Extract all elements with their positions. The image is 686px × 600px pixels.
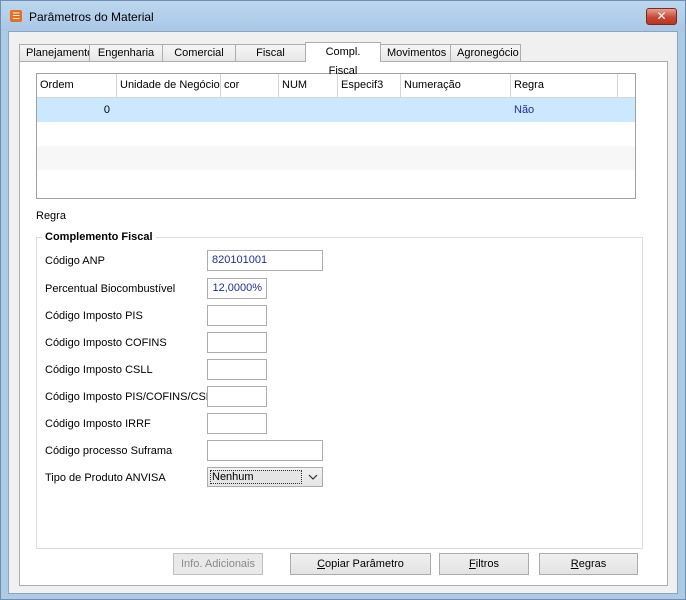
column-header-ordem[interactable]: Ordem — [37, 74, 117, 98]
tab-compl-fiscal[interactable]: Compl. Fiscal — [305, 42, 381, 77]
column-header-regra[interactable]: Regra — [511, 74, 618, 98]
complemento-fiscal-group: Complemento Fiscal Código ANP 820101001 … — [36, 231, 643, 549]
cell-numeracao — [401, 98, 511, 122]
app-icon: ☰ — [10, 10, 22, 22]
cell-especif3 — [338, 98, 401, 122]
dialog-client-area: Planejamento Engenharia Comercial Fiscal… — [8, 31, 678, 594]
compl-fiscal-panel: Ordem Unidade de Negócio cor NUM Especif… — [19, 61, 668, 586]
label-codigo-imposto-irrf: Código Imposto IRRF — [45, 418, 151, 430]
filtros-button[interactable]: Filtros — [439, 553, 529, 575]
codigo-imposto-pis-cofins-csll-input[interactable] — [207, 386, 267, 407]
tab-planejamento[interactable]: Planejamento — [19, 44, 93, 62]
regras-grid[interactable]: Ordem Unidade de Negócio cor NUM Especif… — [36, 73, 636, 199]
label-codigo-imposto-csll: Código Imposto CSLL — [45, 364, 153, 376]
codigo-imposto-cofins-input[interactable] — [207, 332, 267, 353]
table-row[interactable]: 0 Não — [37, 98, 635, 122]
tab-movimentos[interactable]: Movimentos — [380, 44, 451, 62]
tab-strip: Planejamento Engenharia Comercial Fiscal… — [19, 42, 521, 77]
title-bar[interactable]: ☰ Parâmetros do Material ✕ — [1, 1, 685, 31]
regra-label: Regra — [36, 210, 66, 222]
tab-fiscal[interactable]: Fiscal — [235, 44, 306, 62]
label-codigo-imposto-cofins: Código Imposto COFINS — [45, 337, 167, 349]
tab-engenharia[interactable]: Engenharia — [89, 44, 163, 62]
parametros-material-window: ☰ Parâmetros do Material ✕ Planejamento … — [0, 0, 686, 600]
column-header-unidade-negocio[interactable]: Unidade de Negócio — [117, 74, 221, 98]
cell-unidade-negocio — [117, 98, 221, 122]
tab-comercial[interactable]: Comercial — [162, 44, 236, 62]
group-title: Complemento Fiscal — [42, 231, 156, 243]
filtros-mnemonic: F — [469, 558, 476, 570]
info-adicionais-button[interactable]: Info. Adicionais — [173, 553, 263, 575]
close-button[interactable]: ✕ — [646, 8, 677, 25]
codigo-imposto-csll-input[interactable] — [207, 359, 267, 380]
cell-regra: Não — [514, 104, 535, 116]
codigo-anp-input[interactable]: 820101001 — [207, 250, 323, 271]
empty-row — [37, 122, 635, 146]
column-header-numeracao[interactable]: Numeração — [401, 74, 511, 98]
label-codigo-imposto-pis: Código Imposto PIS — [45, 310, 143, 322]
regras-mnemonic: R — [570, 558, 579, 570]
copiar-label-rest: opiar Parâmetro — [325, 558, 404, 570]
codigo-processo-suframa-input[interactable] — [207, 440, 323, 461]
copiar-mnemonic: C — [317, 558, 326, 570]
percentual-biocombustivel-input[interactable]: 12,0000% — [207, 278, 267, 299]
chevron-down-icon — [308, 474, 318, 480]
codigo-imposto-pis-input[interactable] — [207, 305, 267, 326]
codigo-imposto-irrf-input[interactable] — [207, 413, 267, 434]
label-percentual-biocombustivel: Percentual Biocombustível — [45, 283, 176, 295]
cell-cor — [221, 98, 279, 122]
empty-row — [37, 170, 635, 194]
label-codigo-imposto-pis-cofins-csll: Código Imposto PIS/COFINS/CSLL — [45, 391, 219, 403]
tab-agronegocio[interactable]: Agronegócio — [450, 44, 521, 62]
label-codigo-processo-suframa: Código processo Suframa — [45, 445, 173, 457]
label-codigo-anp: Código ANP — [45, 255, 105, 267]
regras-label-rest: egras — [578, 558, 607, 570]
filtros-label-rest: iltros — [475, 558, 499, 570]
tipo-produto-anvisa-select[interactable]: Nenhum — [207, 467, 323, 487]
empty-row — [37, 146, 635, 170]
cell-ordem: 0 — [103, 104, 110, 116]
column-header-cor[interactable]: cor — [221, 74, 279, 98]
copiar-parametro-button[interactable]: Copiar Parâmetro — [290, 553, 431, 575]
regras-button[interactable]: Regras — [539, 553, 638, 575]
label-tipo-produto-anvisa: Tipo de Produto ANVISA — [45, 472, 166, 484]
cell-num — [279, 98, 338, 122]
window-title: Parâmetros do Material — [29, 10, 154, 24]
anvisa-selected-value: Nenhum — [210, 470, 302, 484]
